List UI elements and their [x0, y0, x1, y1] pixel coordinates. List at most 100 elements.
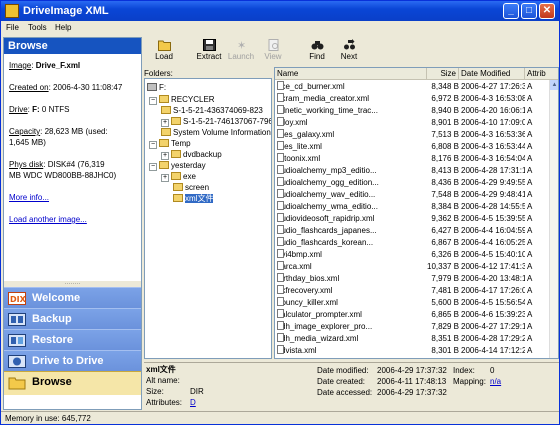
- file-name: artoonix.xml: [277, 153, 425, 164]
- file-row[interactable]: audioalchemy_ogg_edition... 8,436 B 2006-4…: [275, 177, 558, 188]
- tree-item-sid-2[interactable]: + S-1-5-21-746137067-796: [161, 116, 271, 127]
- file-row[interactable]: bkfrecovery.xml 7,481 B 2006-4-17 17:26:03…: [275, 285, 558, 296]
- xml-file-icon: [277, 309, 284, 318]
- file-row[interactable]: ares_lite.xml 6,808 B 2006-4-3 16:53:44 A: [275, 141, 558, 152]
- file-row[interactable]: birthday_bios.xml 7,979 B 2006-4-20 13:48:…: [275, 273, 558, 284]
- file-row[interactable]: cdh_media_wizard.xml 8,351 B 2006-4-28 17:…: [275, 333, 558, 344]
- expand-toggle-icon[interactable]: +: [161, 152, 169, 160]
- file-row[interactable]: alloy.xml 8,901 B 2006-4-10 17:09:09 A: [275, 117, 558, 128]
- tree-item-temp[interactable]: − Temp: [149, 138, 191, 149]
- column-header-date-modified[interactable]: Date Modified: [459, 68, 525, 80]
- file-row[interactable]: avi4bmp.xml 6,326 B 2006-4-5 15:40:10 A: [275, 249, 558, 260]
- file-row[interactable]: audiovideosoft_rapidrip.xml 9,362 B 2006-4…: [275, 213, 558, 224]
- load-label: Load: [155, 52, 173, 61]
- tree-item-dvdbackup[interactable]: + dvdbackup: [161, 149, 222, 160]
- file-attrib: A: [527, 142, 533, 151]
- file-row[interactable]: barca.xml 10,337 B 2006-4-12 17:41:34 A: [275, 261, 558, 272]
- file-row[interactable]: calculator_prompter.xml 6,865 B 2006-4-6 1…: [275, 309, 558, 320]
- file-size: 6,972 B: [431, 94, 459, 103]
- tree-item-label: xml文件: [185, 194, 214, 203]
- nav-browse-button[interactable]: Browse: [4, 371, 141, 395]
- more-info-link[interactable]: More info...: [9, 192, 139, 203]
- menu-file[interactable]: File: [6, 23, 19, 32]
- extract-button[interactable]: Extract: [193, 39, 225, 65]
- mapping-value[interactable]: n/a: [490, 377, 501, 387]
- file-row[interactable]: ace_cd_burner.xml 8,348 B 2006-4-27 17:26:…: [275, 81, 558, 92]
- collapse-toggle-icon[interactable]: −: [149, 163, 157, 171]
- tree-item-sid-1[interactable]: S-1-5-21-436374069-823: [161, 105, 263, 116]
- next-button[interactable]: Next: [333, 39, 365, 65]
- tree-item-xml-folder[interactable]: xml文件: [173, 193, 214, 204]
- minimize-button[interactable]: _: [503, 3, 519, 19]
- collapse-toggle-icon[interactable]: −: [149, 97, 157, 105]
- folder-tree[interactable]: F: − RECYCLER S-1-5-21-436374069-823 + S-1…: [144, 78, 272, 359]
- title-bar[interactable]: DriveImage XML _ □ ✕: [1, 1, 559, 21]
- find-button[interactable]: Find: [301, 39, 333, 65]
- folders-label: Folders:: [144, 69, 173, 78]
- file-date-modified: 2006-4-28 14:55:51: [461, 202, 525, 211]
- vertical-scrollbar[interactable]: ▲: [549, 80, 558, 358]
- xml-file-icon: [277, 201, 284, 210]
- file-row[interactable]: artoonix.xml 8,176 B 2006-4-3 16:54:04 A: [275, 153, 558, 164]
- tree-item-screen[interactable]: screen: [173, 182, 209, 193]
- nav-welcome-button[interactable]: DIX Welcome: [4, 287, 141, 308]
- load-button[interactable]: Load: [148, 39, 180, 65]
- tree-item-system-volume-information[interactable]: System Volume Information: [161, 127, 271, 138]
- file-attrib: A: [527, 106, 533, 115]
- file-row[interactable]: akram_media_creator.xml 6,972 B 2006-4-3 1…: [275, 93, 558, 104]
- tree-item-recycler[interactable]: − RECYCLER: [149, 94, 215, 105]
- image-info: Image: Drive_F.xml: [9, 61, 81, 70]
- file-name: cdh_image_explorer_pro...: [277, 321, 425, 332]
- view-button[interactable]: View: [257, 39, 289, 65]
- menu-help[interactable]: Help: [55, 23, 71, 32]
- folder-icon: [173, 194, 183, 202]
- scroll-up-icon[interactable]: ▲: [550, 80, 558, 90]
- file-row[interactable]: ares_galaxy.xml 7,513 B 2006-4-3 16:53:36 A: [275, 129, 558, 140]
- tree-item-yesterday[interactable]: − yesterday: [149, 160, 206, 171]
- folder-icon: [159, 139, 169, 147]
- file-row[interactable]: audio_flashcards_korean... 6,867 B 2006-4-…: [275, 237, 558, 248]
- expand-toggle-icon[interactable]: +: [161, 119, 169, 127]
- tree-item-label: S-1-5-21-436374069-823: [173, 106, 263, 115]
- nav-drive-to-drive-button[interactable]: Drive to Drive: [4, 350, 141, 371]
- file-name: calculator_prompter.xml: [277, 309, 425, 320]
- tree-item-drive-root[interactable]: F:: [147, 82, 166, 93]
- date-created-label: Date created:: [317, 377, 366, 386]
- xml-file-icon: [277, 105, 284, 114]
- nav-backup-button[interactable]: Backup: [4, 308, 141, 329]
- file-date-modified: 2006-4-20 13:48:15: [461, 274, 525, 283]
- collapse-toggle-icon[interactable]: −: [149, 141, 157, 149]
- folder-icon: [171, 117, 181, 125]
- drive-label: Drive: [9, 105, 28, 114]
- expand-toggle-icon[interactable]: +: [161, 174, 169, 182]
- file-row[interactable]: bouncy_killer.xml 5,600 B 2006-4-5 15:56:5…: [275, 297, 558, 308]
- file-size: 6,326 B: [431, 250, 459, 259]
- file-row[interactable]: cdvista.xml 8,301 B 2006-4-14 17:12:20 A: [275, 345, 558, 356]
- file-attrib: A: [527, 262, 533, 271]
- xml-file-icon: [277, 237, 284, 246]
- file-name: barca.xml: [277, 261, 425, 272]
- menu-bar: File Tools Help: [1, 21, 559, 35]
- column-header-attrib[interactable]: Attrib: [525, 68, 558, 80]
- close-button[interactable]: ✕: [539, 3, 555, 19]
- tree-item-exe[interactable]: + exe: [161, 171, 196, 182]
- file-name-text: cdh_media_wizard.xml: [277, 334, 359, 343]
- file-row[interactable]: audio_flashcards_japanes... 6,427 B 2006-4…: [275, 225, 558, 236]
- attributes-value[interactable]: D: [190, 398, 196, 408]
- file-row[interactable]: audioalchemy_wav_editio... 7,548 B 2006-4-…: [275, 189, 558, 200]
- load-another-image-link[interactable]: Load another image...: [9, 214, 139, 225]
- maximize-button[interactable]: □: [521, 3, 537, 19]
- nav-restore-button[interactable]: Restore: [4, 329, 141, 350]
- file-row[interactable]: audioalchemy_wma_editio... 8,384 B 2006-4-…: [275, 201, 558, 212]
- file-row[interactable]: cdh_image_explorer_pro... 7,829 B 2006-4-2…: [275, 321, 558, 332]
- file-size: 6,865 B: [431, 310, 459, 319]
- file-row[interactable]: audioalchemy_mp3_editio... 8,413 B 2006-4-…: [275, 165, 558, 176]
- menu-tools[interactable]: Tools: [28, 23, 47, 32]
- file-row[interactable]: allnetic_working_time_trac... 8,940 B 2006…: [275, 105, 558, 116]
- file-size: 6,808 B: [431, 142, 459, 151]
- column-header-name[interactable]: Name: [275, 68, 427, 80]
- launch-button[interactable]: ✶ Launch: [225, 39, 257, 65]
- capacity-info: Capacity: 28,623 MB (used:: [9, 127, 108, 136]
- column-header-size[interactable]: Size: [427, 68, 459, 80]
- file-list[interactable]: Name Size Date Modified Attrib ace_cd_bu…: [274, 67, 559, 359]
